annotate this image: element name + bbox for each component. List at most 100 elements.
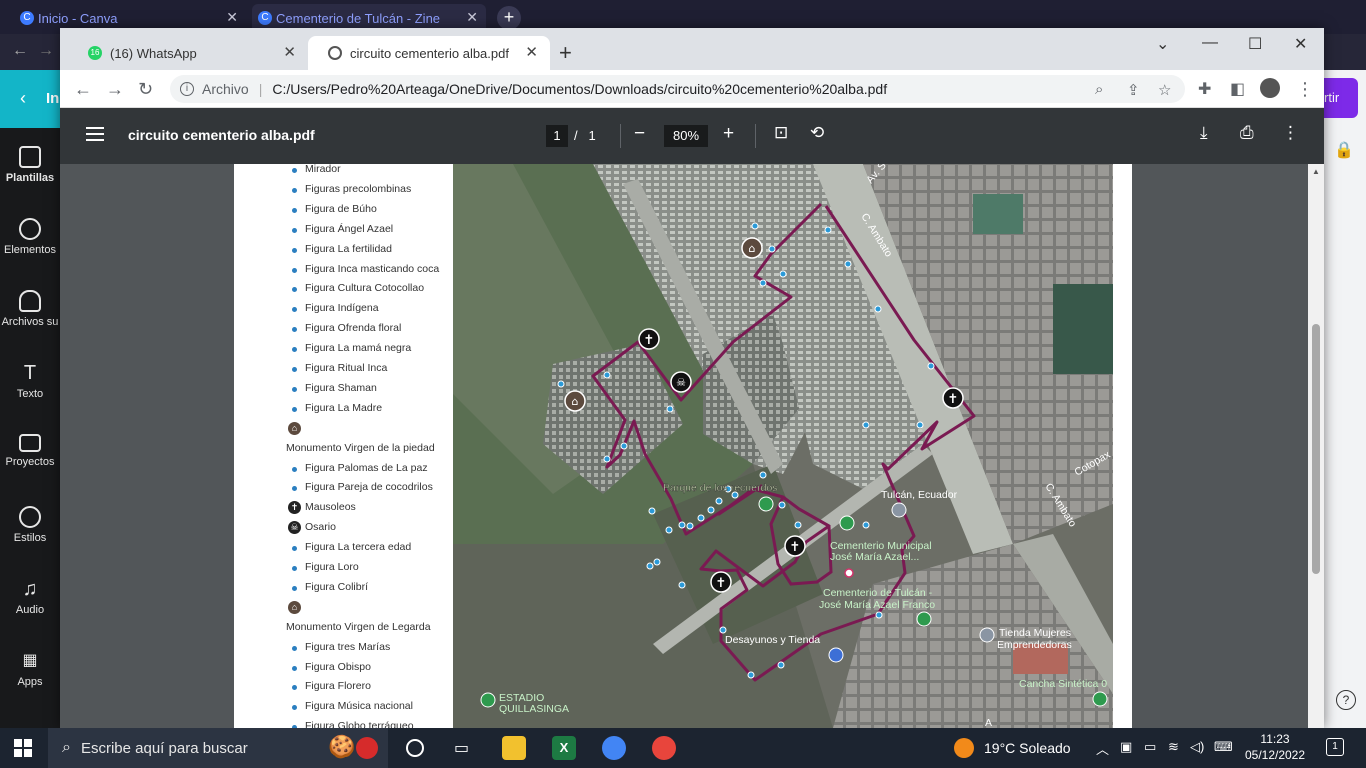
minimize-button[interactable]: — <box>1202 34 1218 52</box>
volume-icon[interactable]: ◁) <box>1190 739 1204 755</box>
canva-sidebar-audio[interactable]: ♫ Audio <box>0 578 60 616</box>
print-icon[interactable]: ⎙ <box>1240 123 1254 143</box>
scroll-up-icon[interactable]: ▲ <box>1312 167 1320 176</box>
forward-arrow-icon[interactable]: → <box>38 42 54 60</box>
new-tab-button[interactable]: + <box>559 40 572 66</box>
address-bar[interactable]: i Archivo | C:/Users/Pedro%20Arteaga/One… <box>170 75 1185 103</box>
fit-page-icon[interactable]: ⊡ <box>774 123 788 143</box>
file-explorer-icon[interactable] <box>502 736 526 760</box>
legend-label: Figura Florero <box>305 680 371 693</box>
chrome-icon[interactable] <box>602 736 626 760</box>
legend-label: Figura La mamá negra <box>305 342 412 355</box>
page-separator: / <box>574 128 578 143</box>
cortana-icon[interactable] <box>406 739 424 757</box>
zoom-out-icon[interactable]: − <box>634 123 645 145</box>
map-label-sports: Cancha Sintética 0 <box>1019 678 1107 690</box>
chevron-up-icon[interactable]: ︿ <box>1096 739 1109 758</box>
point-marker-icon <box>292 168 297 173</box>
globe-icon <box>328 46 342 60</box>
kebab-menu-icon[interactable]: ⋮ <box>1296 79 1314 100</box>
pdf-page: Mirador Figuras precolombinas Figura de Bú… <box>234 164 1132 728</box>
scroll-thumb[interactable] <box>1312 324 1320 574</box>
taskbar-search[interactable]: ⌕ Escribe aquí para buscar 🍪 <box>48 728 388 768</box>
canva-sidebar-text[interactable]: T Texto <box>0 362 60 400</box>
canva-sidebar-styles[interactable]: Estilos <box>0 506 60 544</box>
system-clock[interactable]: 11:23 05/12/2022 <box>1240 731 1310 763</box>
back-arrow-icon[interactable]: ← <box>74 79 92 100</box>
url-text[interactable]: C:/Users/Pedro%20Arteaga/OneDrive/Docume… <box>272 81 887 97</box>
map-label-park: Parque de los recuerdos <box>663 482 777 494</box>
tab-label: circuito cementerio alba.pdf <box>350 45 509 61</box>
help-icon[interactable]: ? <box>1336 690 1356 710</box>
point-marker-icon <box>292 227 297 233</box>
route-point <box>653 558 661 566</box>
page-number-input[interactable]: 1 <box>546 125 568 147</box>
download-icon[interactable]: ⤓ <box>1200 123 1208 143</box>
chrome-profile-icon[interactable] <box>652 736 676 760</box>
divider <box>755 124 756 148</box>
zoom-icon[interactable]: ⌕ <box>1095 81 1103 98</box>
sidebar-item-label: Elementos <box>4 244 56 256</box>
pdf-viewport[interactable]: Mirador Figuras precolombinas Figura de Bú… <box>60 164 1324 728</box>
lock-icon[interactable]: 🔒 <box>1334 140 1354 160</box>
rotate-icon[interactable]: ⟲ <box>810 123 824 143</box>
map-label-cemetery: Cementerio de Tulcán - <box>823 587 933 599</box>
close-window-button[interactable]: ✕ <box>1294 34 1307 54</box>
point-marker-icon <box>292 386 297 392</box>
canva-sidebar-apps[interactable]: ▦ Apps <box>0 650 60 688</box>
legend-label: Monumento Virgen de Legarda <box>286 620 431 633</box>
canva-sidebar-projects[interactable]: Proyectos <box>0 434 60 468</box>
page-count: / 1 <box>574 128 596 143</box>
pdf-scrollbar[interactable]: ▲ <box>1308 164 1324 728</box>
weather-widget[interactable]: 19°C Soleado <box>954 738 1071 758</box>
side-panel-icon[interactable]: ◧ <box>1230 79 1245 99</box>
canva-sidebar-uploads[interactable]: Archivos su <box>0 290 60 328</box>
close-icon[interactable]: ✕ <box>283 43 296 61</box>
reload-icon[interactable]: ↻ <box>138 79 153 100</box>
task-view-icon[interactable]: ▭ <box>454 738 469 758</box>
new-tab-icon[interactable]: + <box>497 6 521 30</box>
hamburger-menu-icon[interactable] <box>86 127 104 141</box>
canva-back-bar[interactable]: ‹ In <box>0 70 60 128</box>
excel-icon[interactable]: X <box>552 736 576 760</box>
maximize-button[interactable]: ☐ <box>1248 34 1262 54</box>
notifications-icon[interactable]: 1 <box>1326 738 1344 756</box>
sun-icon <box>954 738 974 758</box>
battery-icon[interactable]: ▭ <box>1144 739 1156 755</box>
tab-whatsapp[interactable]: 16 (16) WhatsApp ✕ <box>68 36 308 70</box>
wifi-icon[interactable]: ≋ <box>1168 739 1179 755</box>
forward-arrow-icon[interactable]: → <box>106 79 124 100</box>
point-marker-icon <box>292 585 297 591</box>
tab-search-chevron-icon[interactable]: ⌄ <box>1156 34 1169 54</box>
keyboard-icon[interactable]: ⌨ <box>1214 739 1233 755</box>
canva-sidebar-templates[interactable]: Plantillas <box>0 146 60 184</box>
share-button[interactable]: rtir <box>1322 78 1358 118</box>
route-point <box>759 279 767 287</box>
close-icon[interactable]: ✕ <box>466 9 478 26</box>
tab-pdf[interactable]: circuito cementerio alba.pdf ✕ <box>308 36 550 70</box>
meet-icon[interactable]: ▣ <box>1120 739 1132 755</box>
route-point <box>916 421 924 429</box>
map-label-store: Emprendedoras <box>997 639 1072 651</box>
avatar[interactable] <box>1260 78 1280 98</box>
back-arrow-icon[interactable]: ← <box>12 42 28 60</box>
text-icon: T <box>23 362 37 384</box>
folder-icon <box>19 434 41 452</box>
chevron-left-icon: ‹ <box>20 88 26 108</box>
point-marker-icon <box>292 267 297 273</box>
route-point <box>665 526 673 534</box>
extensions-puzzle-icon[interactable]: ✚ <box>1198 79 1211 99</box>
share-icon[interactable]: ⇪ <box>1127 81 1140 99</box>
more-options-icon[interactable]: ⋮ <box>1282 123 1299 143</box>
route-point <box>719 626 727 634</box>
close-icon[interactable]: ✕ <box>525 43 538 61</box>
info-icon[interactable]: i <box>180 82 194 96</box>
bookmark-star-icon[interactable]: ☆ <box>1158 81 1171 99</box>
route-point <box>678 581 686 589</box>
zoom-in-icon[interactable]: + <box>723 123 734 145</box>
canva-sidebar-elements[interactable]: Elementos <box>0 218 60 256</box>
close-icon[interactable]: ✕ <box>226 9 238 26</box>
zoom-input[interactable]: 80% <box>664 125 708 147</box>
legend-label: Figura La fertilidad <box>305 242 392 255</box>
windows-start-icon[interactable] <box>14 739 32 757</box>
